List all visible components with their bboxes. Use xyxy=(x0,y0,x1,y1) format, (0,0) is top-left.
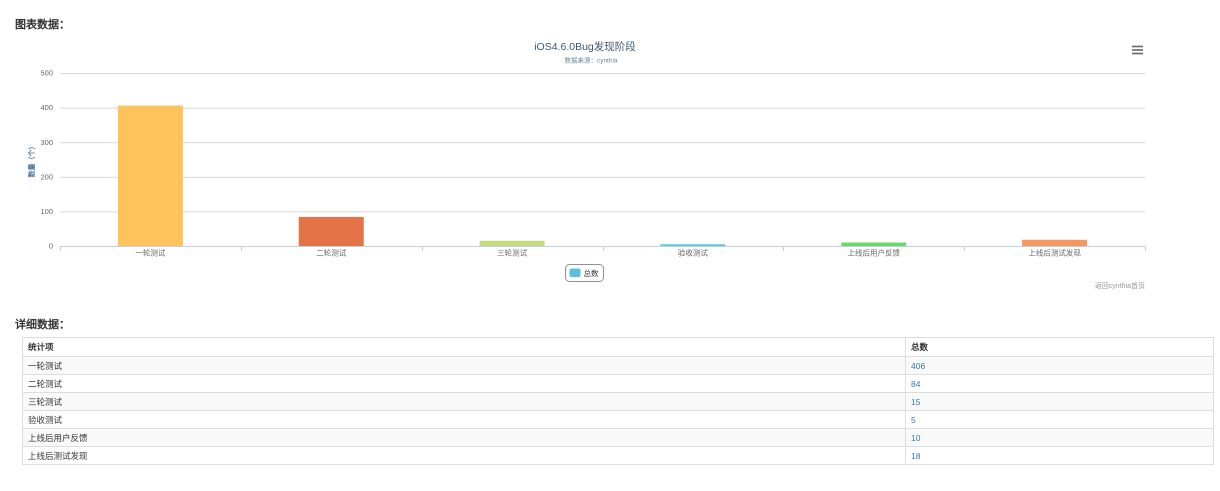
table-row: 一轮测试 406 xyxy=(22,356,1214,375)
chart-bar-6[interactable] xyxy=(1022,239,1088,246)
row-total-link[interactable]: 84 xyxy=(911,379,920,389)
x-tick-label: 三轮测试 xyxy=(497,248,527,258)
x-tick-label: 上线后用户反馈 xyxy=(848,248,901,258)
row-total-cell: 10 xyxy=(905,428,1214,447)
table-row: 上线后测试发现 18 xyxy=(22,446,1214,465)
table-row: 验收测试 5 xyxy=(22,410,1214,429)
y-tick-label: 400 xyxy=(40,103,53,112)
menu-icon[interactable] xyxy=(1129,42,1146,57)
chart-bar-1[interactable] xyxy=(117,105,183,246)
y-tick-label: 100 xyxy=(40,207,53,216)
x-tick-label: 上线后测试发现 xyxy=(1028,248,1081,258)
bug-phase-chart: iOS4.6.0Bug发现阶段 数据来源：cynthia 数量（个） 0 100 2… xyxy=(27,40,1146,282)
row-total-link[interactable]: 15 xyxy=(911,397,920,407)
row-total-link[interactable]: 18 xyxy=(911,451,920,461)
y-axis-title: 数量（个） xyxy=(27,143,36,178)
row-total-link[interactable]: 5 xyxy=(911,415,916,425)
column-header-total: 总数 xyxy=(905,337,1214,357)
table-row: 二轮测试 84 xyxy=(22,374,1214,393)
chart-subtitle: 数据来源：cynthia xyxy=(564,56,617,65)
x-tick-label: 一轮测试 xyxy=(135,248,165,258)
x-tick-label: 验收测试 xyxy=(678,248,708,258)
table-header-row: 统计项 总数 xyxy=(22,337,1214,357)
chart-bar-2[interactable] xyxy=(298,216,364,246)
row-item-cell: 上线后用户反馈 xyxy=(22,428,906,447)
legend-swatch xyxy=(569,268,581,277)
detail-table: 统计项 总数 一轮测试 406 二轮测试 84 三轮测试 15 验收测试 5 上… xyxy=(22,337,1214,465)
row-total-link[interactable]: 406 xyxy=(911,361,925,371)
y-tick-label: 500 xyxy=(40,69,53,78)
y-tick-label: 200 xyxy=(40,172,53,181)
x-tick-label: 二轮测试 xyxy=(316,248,346,258)
legend-label: 总数 xyxy=(584,268,599,278)
row-total-cell: 406 xyxy=(905,356,1214,375)
chart-bar-4[interactable] xyxy=(660,244,726,246)
chart-bar-5[interactable] xyxy=(841,242,907,246)
row-item-cell: 三轮测试 xyxy=(22,392,906,411)
detail-section-heading: 详细数据： xyxy=(15,319,70,331)
y-tick-label: 300 xyxy=(40,138,53,147)
row-item-cell: 上线后测试发现 xyxy=(22,446,906,465)
table-row: 上线后用户反馈 10 xyxy=(22,428,1214,447)
chart-section-heading: 图表数据： xyxy=(15,19,70,31)
row-item-cell: 二轮测试 xyxy=(22,374,906,393)
legend-item[interactable]: 总数 xyxy=(565,264,604,282)
column-header-item: 统计项 xyxy=(22,337,906,357)
table-row: 三轮测试 15 xyxy=(22,392,1214,411)
plot-area: 0 100 200 300 400 500 一轮测试 二轮测试 三轮测试 验收测试 上线后用户反馈 上… xyxy=(40,69,1146,258)
row-total-cell: 18 xyxy=(905,446,1214,465)
y-tick-label: 0 xyxy=(49,242,53,251)
row-item-cell: 验收测试 xyxy=(22,410,906,429)
chart-bar-3[interactable] xyxy=(479,240,545,246)
row-total-link[interactable]: 10 xyxy=(911,433,920,443)
row-total-cell: 5 xyxy=(905,410,1214,429)
row-item-cell: 一轮测试 xyxy=(22,356,906,375)
chart-title: iOS4.6.0Bug发现阶段 xyxy=(534,40,636,53)
row-total-cell: 15 xyxy=(905,392,1214,411)
home-link[interactable]: 返回cynthia首页 xyxy=(1095,282,1145,291)
row-total-cell: 84 xyxy=(905,374,1214,393)
